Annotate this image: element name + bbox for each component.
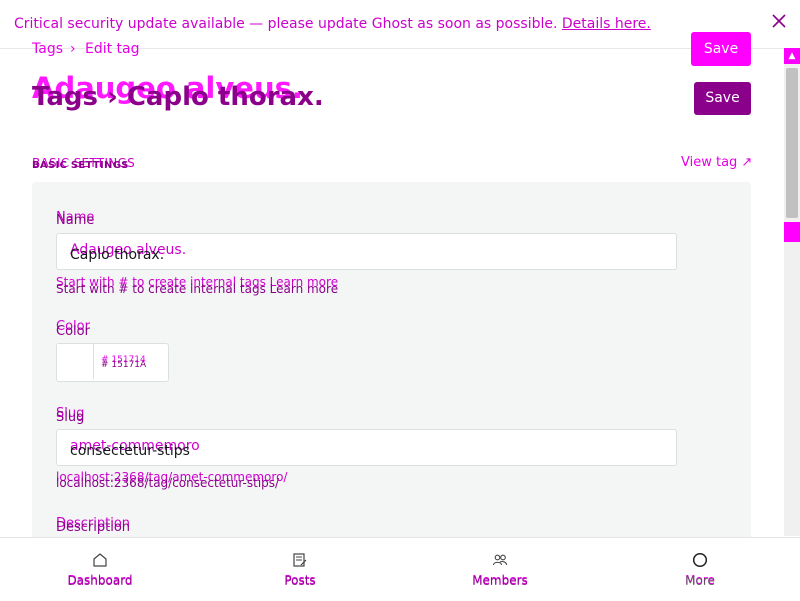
color-label: Color	[56, 324, 90, 339]
scrollbar-marker	[784, 222, 800, 242]
color-hex-value: # 15171A	[101, 360, 147, 370]
scrollbar-thumb[interactable]	[786, 68, 798, 218]
description-label: Description	[56, 520, 131, 535]
breadcrumb-current: Edit tag	[85, 41, 140, 57]
view-tag-link[interactable]: View tag ↗	[681, 155, 752, 170]
nav-item-posts[interactable]: Posts Posts	[200, 538, 400, 601]
section-heading: BASIC SETTINGS	[32, 160, 129, 171]
slug-value: consectetur-stips	[70, 443, 190, 459]
security-banner: Critical security update available — ple…	[14, 16, 651, 32]
slug-label: Slug	[56, 410, 85, 425]
page-title: Tags › Caplo thorax.	[32, 82, 324, 112]
banner-message: Critical security update available — ple…	[14, 16, 558, 32]
more-icon	[692, 552, 708, 568]
nav-label-more-shadow: More	[685, 574, 715, 588]
nav-label-members-shadow: Members	[472, 574, 528, 588]
color-swatch[interactable]	[57, 344, 94, 379]
name-value: Caplo thorax.	[70, 247, 165, 263]
home-icon	[93, 553, 107, 567]
name-hint: Start with # to create internal tags Lea…	[56, 282, 339, 296]
save-button-top[interactable]: Save	[691, 32, 751, 66]
posts-icon	[293, 553, 307, 567]
save-button[interactable]: Save	[694, 82, 751, 115]
banner-details-link[interactable]: Details here.	[562, 16, 651, 32]
slug-url-hint: localhost:2368/tag/consectetur-stips/	[56, 476, 280, 490]
nav-label-posts-shadow: Posts	[284, 574, 316, 588]
members-icon	[492, 554, 508, 566]
breadcrumb-tags-link[interactable]: Tags	[32, 41, 63, 57]
breadcrumb-separator: ›	[70, 41, 76, 57]
name-label: Name	[56, 213, 95, 228]
close-icon[interactable]	[770, 12, 788, 30]
scroll-up-arrow[interactable]: ▲	[784, 48, 800, 64]
bottom-nav: Dashboard Dashboard Posts Posts Members …	[0, 537, 800, 601]
nav-item-dashboard[interactable]: Dashboard Dashboard	[0, 538, 200, 601]
nav-label-dashboard-shadow: Dashboard	[67, 574, 133, 588]
nav-item-more[interactable]: More More	[600, 538, 800, 601]
nav-item-members[interactable]: Members Members	[400, 538, 600, 601]
